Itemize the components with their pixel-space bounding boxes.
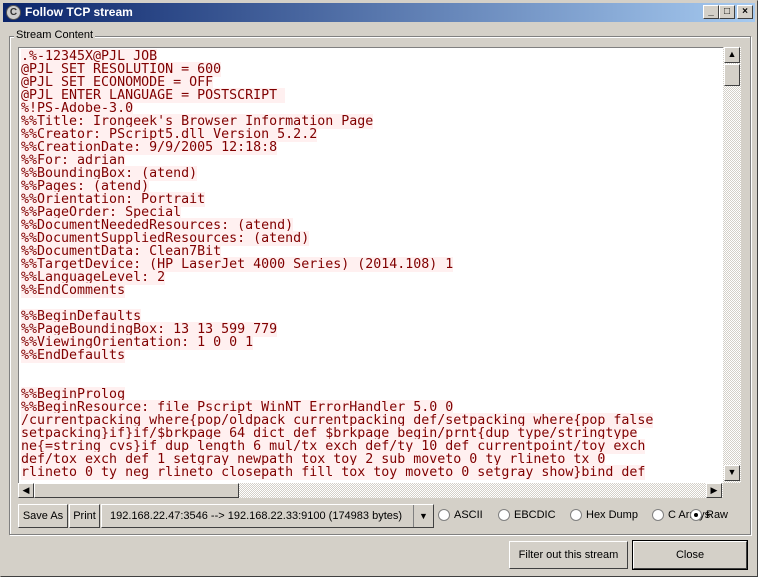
minimize-button[interactable]: _ (703, 5, 719, 19)
scroll-down-arrow-icon[interactable]: ▼ (724, 465, 740, 481)
close-window-button[interactable]: × (737, 5, 753, 19)
stream-line: %%EndComments (21, 283, 723, 298)
radio-label: Raw (706, 509, 729, 521)
horizontal-scrollbar[interactable]: ◀ ▶ (18, 483, 723, 498)
stream-line-text: %%EndDefaults (21, 348, 126, 363)
stream-line: %%LanguageLevel: 2 (21, 270, 723, 285)
scroll-left-arrow-icon[interactable]: ◀ (18, 483, 34, 498)
stream-line: %%CreationDate: 9/9/2005 12:18:8 (21, 140, 723, 155)
stream-line (21, 362, 723, 375)
window-title: Follow TCP stream (25, 5, 133, 19)
stream-text-area[interactable]: .%-12345X@PJL JOB @PJL SET RESOLUTION = 6… (18, 47, 723, 483)
follow-tcp-stream-window: C Follow TCP stream _ □ × Stream Content… (0, 0, 758, 577)
stream-line (21, 375, 723, 388)
format-radio-raw[interactable]: Raw (690, 509, 728, 521)
radio-circle[interactable] (690, 509, 702, 521)
stream-line-text: %%EndComments (21, 283, 126, 298)
radio-label: EBCDIC (514, 509, 556, 521)
stream-direction-select[interactable]: 192.168.22.47:3546 --> 192.168.22.33:910… (101, 504, 434, 528)
radio-circle[interactable] (570, 509, 582, 521)
group-label: Stream Content (14, 29, 96, 41)
app-icon: C (6, 5, 21, 20)
stream-line: %%ViewingOrientation: 1 0 0 1 (21, 335, 723, 350)
radio-circle[interactable] (498, 509, 510, 521)
radio-circle[interactable] (652, 509, 664, 521)
stream-line: rlineto 0 ty neg rlineto closepath fill … (21, 465, 723, 480)
scroll-up-arrow-icon[interactable]: ▲ (724, 47, 740, 63)
close-button[interactable]: Close (632, 540, 748, 570)
vertical-scrollbar[interactable]: ▲ ▼ (723, 47, 741, 483)
radio-label: Hex Dump (586, 509, 638, 521)
stream-line-text: rlineto 0 ty neg rlineto closepath fill … (21, 465, 646, 480)
format-radio-ebcdic[interactable]: EBCDIC (498, 509, 556, 521)
dropdown-arrow-icon[interactable]: ▼ (413, 505, 433, 527)
radio-circle[interactable] (438, 509, 450, 521)
stream-line: %%EndDefaults (21, 348, 723, 363)
radio-label: ASCII (454, 509, 483, 521)
horizontal-scroll-thumb[interactable] (34, 483, 239, 498)
vertical-scroll-thumb[interactable] (724, 64, 740, 86)
format-radio-hex-dump[interactable]: Hex Dump (570, 509, 638, 521)
maximize-button[interactable]: □ (719, 5, 735, 19)
format-radio-ascii[interactable]: ASCII (438, 509, 483, 521)
print-button[interactable]: Print (69, 504, 100, 528)
stream-select-value: 192.168.22.47:3546 --> 192.168.22.33:910… (110, 510, 403, 522)
title-bar: C Follow TCP stream (3, 3, 755, 22)
save-as-button[interactable]: Save As (18, 504, 68, 528)
scroll-right-arrow-icon[interactable]: ▶ (706, 483, 722, 498)
filter-out-stream-button[interactable]: Filter out this stream (509, 541, 628, 569)
